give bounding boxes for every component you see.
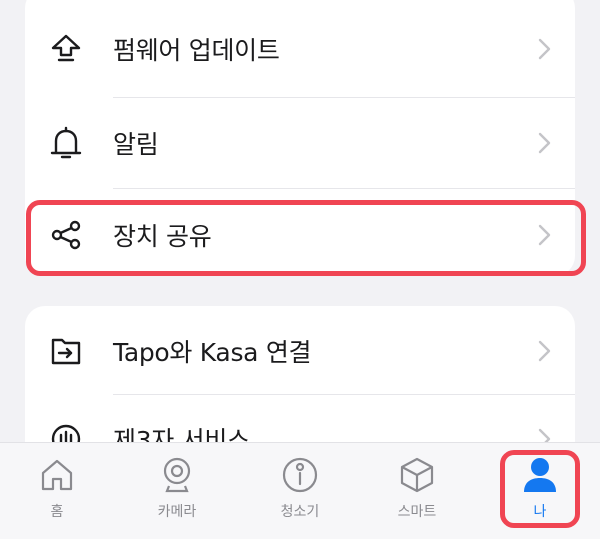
chevron-right-icon [537, 339, 553, 363]
chevron-right-icon [537, 131, 553, 155]
bell-icon [49, 126, 83, 160]
settings-item-device-sharing[interactable]: 장치 공유 [25, 190, 575, 276]
tab-label: 스마트 [397, 504, 437, 520]
person-icon [520, 455, 560, 495]
tab-label: 청소기 [280, 504, 320, 520]
settings-item-label: 펌웨어 업데이트 [113, 36, 280, 65]
chevron-right-icon [537, 223, 553, 247]
divider [113, 188, 575, 189]
smart-cube-icon [397, 455, 437, 495]
settings-item-tapo-kasa-link[interactable]: Tapo와 Kasa 연결 [25, 306, 575, 396]
tab-label: 카메라 [157, 504, 197, 520]
share-icon [49, 218, 83, 252]
tab-vacuum[interactable]: 청소기 [245, 443, 355, 539]
tab-me[interactable]: 나 [485, 443, 595, 539]
settings-card-device: 펌웨어 업데이트 알림 장치 공유 [25, 0, 575, 276]
tab-label: 나 [533, 504, 547, 520]
home-icon [37, 455, 77, 495]
chevron-right-icon [537, 37, 553, 61]
tab-home[interactable]: 홈 [2, 443, 112, 539]
settings-item-notifications[interactable]: 알림 [25, 98, 575, 188]
bottom-tab-bar: 홈 카메라 청소기 스마트 나 [0, 442, 600, 539]
settings-item-label: 장치 공유 [113, 222, 212, 251]
tab-label: 홈 [50, 504, 64, 520]
settings-item-label: Tapo와 Kasa 연결 [113, 338, 312, 367]
settings-item-label: 알림 [113, 130, 159, 159]
settings-item-firmware-update[interactable]: 펌웨어 업데이트 [25, 4, 575, 94]
firmware-update-icon [49, 32, 83, 66]
tab-camera[interactable]: 카메라 [122, 443, 232, 539]
link-folder-icon [49, 334, 83, 368]
vacuum-icon [280, 455, 320, 495]
tab-smart[interactable]: 스마트 [362, 443, 472, 539]
camera-icon [157, 455, 197, 495]
